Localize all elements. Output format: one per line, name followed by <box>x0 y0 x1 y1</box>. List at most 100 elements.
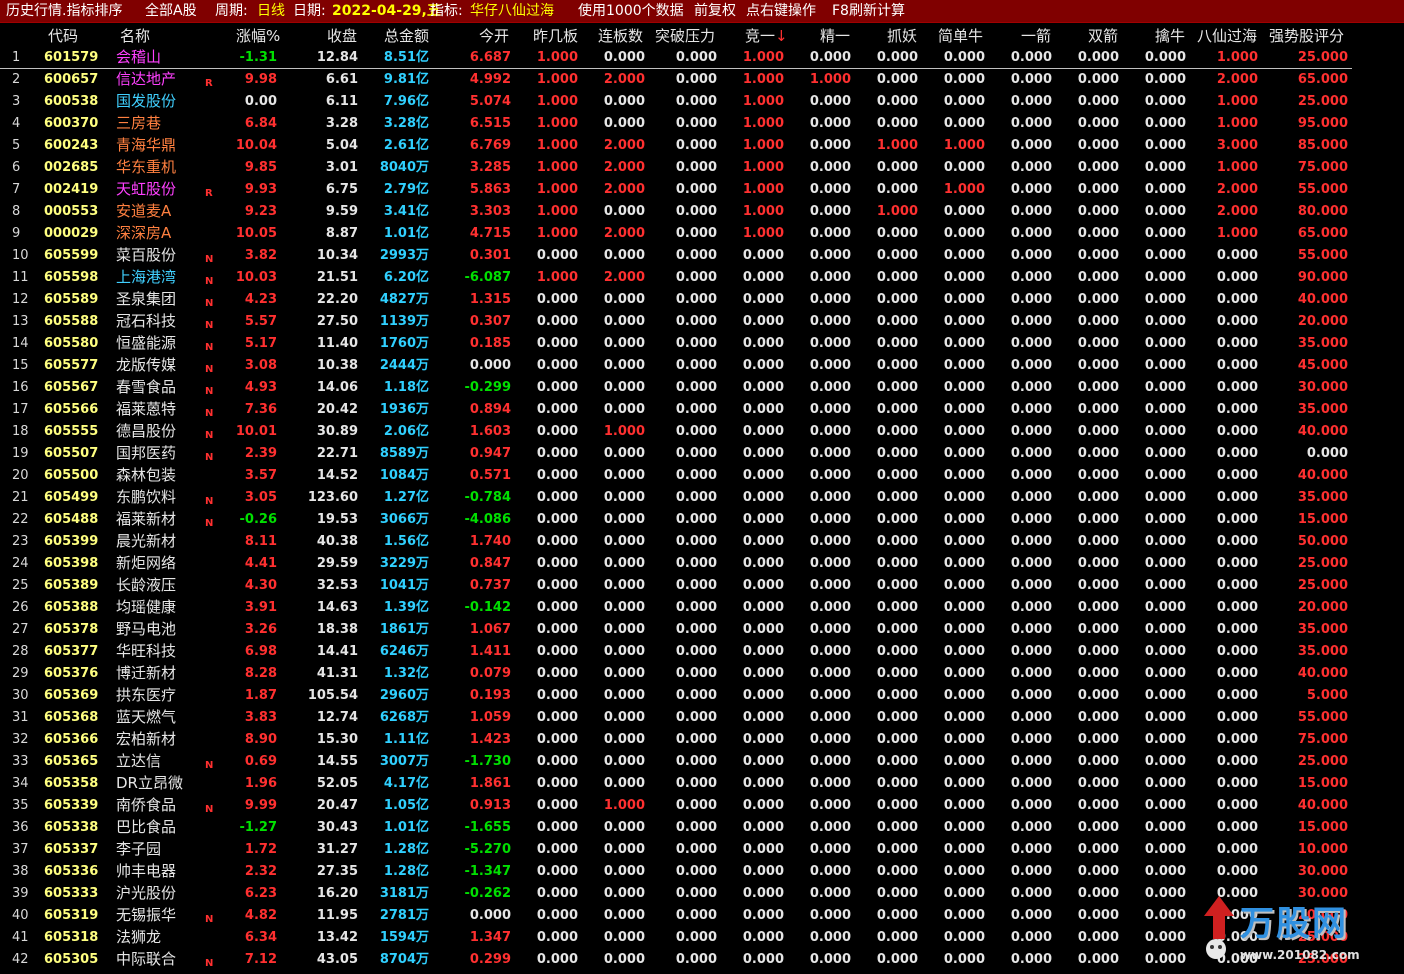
value-bxgh: 0.000 <box>1216 644 1258 659</box>
value-jdn: 0.000 <box>943 204 985 219</box>
value-zy: 0.000 <box>876 622 918 637</box>
value-zjb: 0.000 <box>536 798 578 813</box>
col-qsgpf[interactable]: 强势股评分 <box>1269 25 1344 46</box>
value-jingyi: 0.000 <box>809 204 851 219</box>
value-zjb: 0.000 <box>536 578 578 593</box>
col-amount[interactable]: 总金额 <box>384 25 429 46</box>
row-index: 1 <box>12 50 21 65</box>
change-pct: 3.82 <box>244 248 277 263</box>
today-open: 1.740 <box>469 534 511 549</box>
stock-name: 冠石科技 <box>116 312 177 330</box>
value-lbs: 0.000 <box>603 490 645 505</box>
title-module[interactable]: 历史行情.指标排序 <box>6 2 122 20</box>
value-jy: 0.000 <box>742 666 784 681</box>
value-bxgh: 0.000 <box>1216 248 1258 263</box>
title-market[interactable]: 全部A股 <box>145 2 197 20</box>
close-price: 27.35 <box>316 864 358 879</box>
col-change[interactable]: 涨幅% <box>236 25 280 46</box>
stock-code: 605338 <box>44 820 99 835</box>
col-close[interactable]: 收盘 <box>327 25 357 46</box>
col-lbs[interactable]: 连板数 <box>598 25 643 46</box>
col-zy[interactable]: 抓妖 <box>887 25 917 46</box>
col-tpyl[interactable]: 突破压力 <box>655 25 715 46</box>
value-qn: 0.000 <box>1144 578 1186 593</box>
total-amount: 2.61亿 <box>383 138 429 153</box>
row-index: 41 <box>12 930 29 945</box>
value-qn: 0.000 <box>1144 710 1186 725</box>
value-jy: 0.000 <box>742 358 784 373</box>
value-tpyl: 0.000 <box>675 754 717 769</box>
col-jingyi[interactable]: 精一 <box>820 25 850 46</box>
value-jdn: 0.000 <box>943 358 985 373</box>
col-qn[interactable]: 擒牛 <box>1155 25 1185 46</box>
value-jdn: 0.000 <box>943 600 985 615</box>
value-qsgpf: 30.000 <box>1297 380 1348 395</box>
close-price: 14.52 <box>316 468 358 483</box>
value-jy: 0.000 <box>742 600 784 615</box>
value-zy: 0.000 <box>876 886 918 901</box>
stock-name: 菜百股份 <box>116 246 177 264</box>
title-period-value[interactable]: 日线 <box>257 2 285 20</box>
value-jingyi: 1.000 <box>809 72 851 87</box>
value-lbs: 0.000 <box>603 358 645 373</box>
value-jdn: 1.000 <box>943 182 985 197</box>
col-bxgh[interactable]: 八仙过海 <box>1197 25 1257 46</box>
value-lbs: 0.000 <box>603 446 645 461</box>
value-bxgh: 0.000 <box>1216 314 1258 329</box>
value-qn: 0.000 <box>1144 666 1186 681</box>
col-yj[interactable]: 一箭 <box>1021 25 1051 46</box>
row-index: 24 <box>12 556 29 571</box>
value-jingyi: 0.000 <box>809 424 851 439</box>
value-qn: 0.000 <box>1144 182 1186 197</box>
col-name[interactable]: 名称 <box>120 25 150 46</box>
col-sj[interactable]: 双箭 <box>1088 25 1118 46</box>
total-amount: 3181万 <box>379 886 429 901</box>
change-pct: 9.85 <box>244 160 277 175</box>
row-index: 34 <box>12 776 29 791</box>
value-lbs: 0.000 <box>603 380 645 395</box>
value-zjb: 0.000 <box>536 292 578 307</box>
stock-code: 000029 <box>44 226 99 241</box>
value-qn: 0.000 <box>1144 336 1186 351</box>
value-yj: 0.000 <box>1010 820 1052 835</box>
title-date-value[interactable]: 2022-04-29,五 <box>332 2 441 20</box>
value-zjb: 1.000 <box>536 116 578 131</box>
col-code[interactable]: 代码 <box>48 25 78 46</box>
stock-flag-badge: R <box>205 78 213 89</box>
value-qsgpf: 65.000 <box>1297 226 1348 241</box>
value-jingyi: 0.000 <box>809 798 851 813</box>
value-zjb: 1.000 <box>536 182 578 197</box>
col-jdn[interactable]: 简单牛 <box>938 25 983 46</box>
value-jingyi: 0.000 <box>809 116 851 131</box>
value-jingyi: 0.000 <box>809 776 851 791</box>
value-qsgpf: 45.000 <box>1297 358 1348 373</box>
today-open: -1.730 <box>464 754 511 769</box>
value-jy: 0.000 <box>742 468 784 483</box>
value-yj: 0.000 <box>1010 358 1052 373</box>
value-sj: 0.000 <box>1077 182 1119 197</box>
value-bxgh: 0.000 <box>1216 688 1258 703</box>
stock-code: 600657 <box>44 72 99 87</box>
value-tpyl: 0.000 <box>675 424 717 439</box>
title-adjust[interactable]: 前复权 <box>694 2 736 20</box>
value-zy: 0.000 <box>876 666 918 681</box>
value-jingyi: 0.000 <box>809 754 851 769</box>
value-yj: 0.000 <box>1010 138 1052 153</box>
value-lbs: 0.000 <box>603 116 645 131</box>
value-jingyi: 0.000 <box>809 556 851 571</box>
value-yj: 0.000 <box>1010 908 1052 923</box>
value-zjb: 0.000 <box>536 534 578 549</box>
total-amount: 8589万 <box>379 446 429 461</box>
value-bxgh: 0.000 <box>1216 468 1258 483</box>
value-bxgh: 0.000 <box>1216 490 1258 505</box>
value-sj: 0.000 <box>1077 402 1119 417</box>
col-zjb[interactable]: 昨几板 <box>533 25 578 46</box>
value-zjb: 0.000 <box>536 600 578 615</box>
title-indicator-value[interactable]: 华仔八仙过海 <box>470 2 554 20</box>
value-yj: 0.000 <box>1010 754 1052 769</box>
col-open[interactable]: 今开 <box>479 25 509 46</box>
stock-code: 605499 <box>44 490 99 505</box>
close-price: 9.59 <box>325 204 358 219</box>
value-zy: 0.000 <box>876 600 918 615</box>
col-jy[interactable]: 竞一↓ <box>745 25 788 46</box>
